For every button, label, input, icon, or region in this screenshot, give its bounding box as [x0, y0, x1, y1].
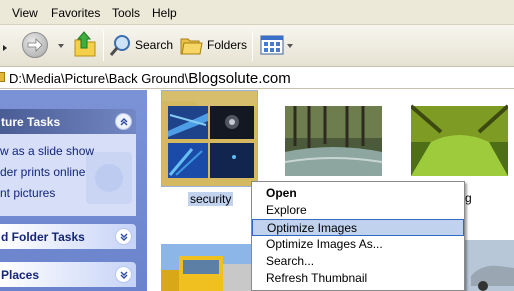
image-thumbnail[interactable] [411, 92, 508, 189]
address-path: D:\Media\Picture\Back Ground\ [9, 71, 189, 86]
image-thumbnail[interactable] [161, 230, 258, 291]
folders-icon [180, 38, 203, 55]
search-icon [109, 35, 130, 56]
up-folder-icon [74, 31, 96, 57]
green-path-image [411, 104, 508, 176]
image-thumbnail[interactable] [285, 92, 382, 189]
picture-tasks-body: w as a slide show der prints online nt p… [0, 134, 136, 216]
picture-tasks-header[interactable]: ture Tasks [0, 109, 136, 134]
forest-river-image [285, 106, 382, 176]
other-places-header[interactable]: Places [0, 262, 136, 287]
address-text[interactable]: D:\Media\Picture\Back Ground\Blogsolute.… [9, 70, 291, 87]
folders-label: Folders [207, 38, 248, 52]
menu-bar: View Favorites Tools Help [0, 0, 514, 25]
expand-icon[interactable] [115, 266, 132, 283]
other-places-title: Places [1, 267, 40, 282]
menu-view[interactable]: View [12, 6, 38, 20]
menu-explore[interactable]: Explore [252, 202, 464, 219]
menu-search[interactable]: Search... [252, 253, 464, 270]
file-label[interactable]: g [465, 191, 472, 205]
toolbar-separator [103, 31, 104, 61]
image-thumbnail[interactable] [465, 240, 514, 291]
picture-tasks-title: ture Tasks [1, 114, 61, 129]
menu-refresh-thumbnail[interactable]: Refresh Thumbnail [252, 270, 464, 287]
file-folder-tasks-title: d Folder Tasks [1, 229, 85, 244]
views-dropdown-icon[interactable] [287, 44, 293, 48]
address-bar[interactable]: D:\Media\Picture\Back Ground\Blogsolute.… [0, 67, 514, 89]
explorer-window: View Favorites Tools Help Search Folders… [0, 0, 514, 291]
forward-arrow-icon [22, 32, 48, 58]
folder-thumbnail-image [162, 91, 257, 186]
task-print-pictures[interactable]: nt pictures [0, 186, 55, 200]
task-order-prints[interactable]: der prints online [0, 165, 85, 179]
folders-button[interactable]: Folders [180, 34, 247, 56]
toolbar-separator [252, 31, 253, 61]
car-image [465, 240, 514, 291]
views-icon [260, 35, 284, 55]
file-folder-tasks-header[interactable]: d Folder Tasks [0, 224, 136, 249]
forward-dropdown-icon[interactable] [58, 44, 64, 48]
address-site: Blogsolute.com [188, 70, 291, 87]
expand-icon[interactable] [115, 228, 132, 245]
task-pane: ture Tasks w as a slide show der prints … [0, 90, 147, 291]
truck-image [161, 244, 258, 291]
search-label: Search [135, 38, 174, 52]
forward-button[interactable] [22, 32, 48, 58]
menu-help[interactable]: Help [152, 6, 177, 20]
context-menu: Open Explore Optimize Images Optimize Im… [251, 181, 465, 291]
security-file-label[interactable]: security [188, 192, 234, 206]
search-button[interactable]: Search [109, 33, 173, 57]
menu-favorites[interactable]: Favorites [51, 6, 100, 20]
task-slide-show[interactable]: w as a slide show [0, 144, 94, 158]
folder-icon [0, 72, 5, 82]
views-button[interactable] [260, 35, 284, 55]
menu-optimize-images[interactable]: Optimize Images [252, 219, 464, 236]
security-folder-thumbnail[interactable] [161, 90, 258, 187]
collapse-icon[interactable] [115, 113, 132, 130]
menu-open[interactable]: Open [252, 185, 464, 202]
menu-tools[interactable]: Tools [112, 6, 140, 20]
up-folder-button[interactable] [72, 30, 98, 58]
menu-optimize-images-as[interactable]: Optimize Images As... [252, 236, 464, 253]
back-dropdown-icon[interactable] [3, 45, 7, 51]
toolbar: Search Folders [0, 25, 514, 67]
